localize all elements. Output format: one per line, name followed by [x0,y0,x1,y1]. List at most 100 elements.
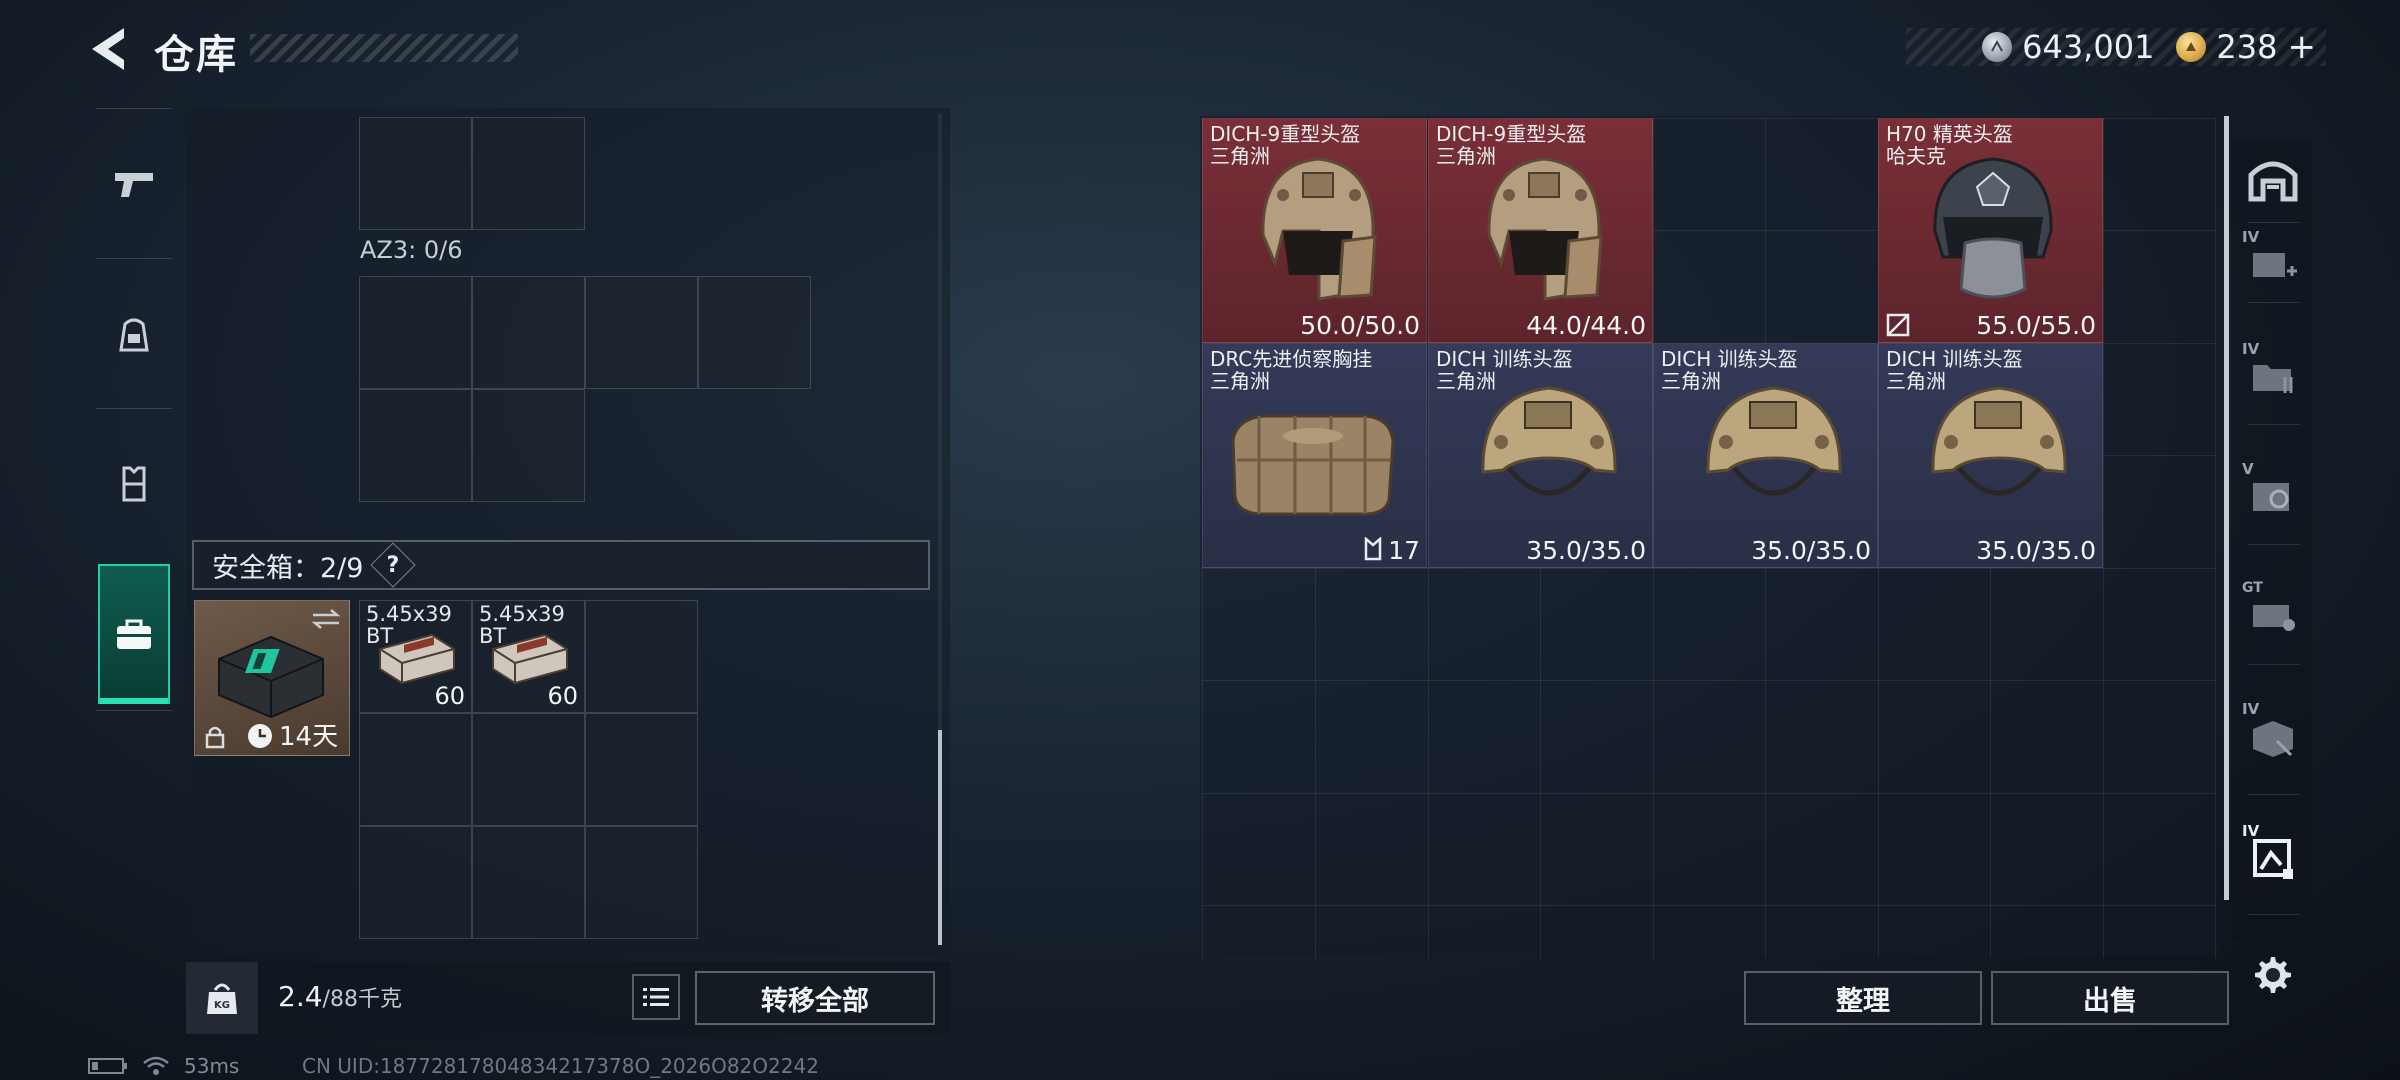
stash-tab-all[interactable] [2240,144,2306,214]
stash-tab-5[interactable]: IV [2240,700,2306,770]
stash-scrollbar[interactable] [2224,116,2229,900]
toolbox-icon [2253,605,2295,631]
ping-value: 53ms [184,1054,240,1078]
stash-item-chest-rig[interactable]: DRC先进侦察胸挂 三角洲 17 [1202,343,1427,568]
battery-icon [88,1058,127,1074]
item-durability: 55.0/55.0 [1976,311,2096,340]
training-helmet-image [1931,386,2067,496]
case-timer: 14天 [279,722,339,752]
grid-line [1202,568,2216,569]
az3-slot[interactable] [359,389,472,502]
tab-divider [96,258,172,259]
stash-tab-3[interactable]: V [2240,460,2306,530]
weight-capacity: /88千克 [322,987,402,1012]
az3-slot[interactable] [585,276,698,389]
item-capacity: 17 [1388,536,1420,565]
stash-item-elite-helmet[interactable]: H70 精英头盔 哈夫克 55.0/55.0 [1878,118,2103,343]
item-durability: 35.0/35.0 [1526,536,1646,565]
heavy-helmet-image [1261,157,1377,301]
item-durability: 35.0/35.0 [1751,536,1871,565]
tab-secure-case[interactable] [98,564,170,704]
ammo-slot[interactable]: 5.45x39 BT 60 [472,600,585,713]
secure-case-capacity: 安全箱：2/9 [212,552,364,584]
stash-tab-1[interactable]: IV [2240,228,2306,298]
az3-slot[interactable] [359,276,472,389]
rig-capacity-icon [1364,537,1382,561]
equipment-tab-rail [88,108,180,712]
stash-item-heavy-helmet[interactable]: DICH-9重型头盔 三角洲 44.0/44.0 [1428,118,1653,343]
chest-rig-icon [122,466,146,502]
stash-item-heavy-helmet[interactable]: DICH-9重型头盔 三角洲 50.0/50.0 [1202,118,1427,343]
grid-line [1202,905,2216,906]
settings-button[interactable] [2248,950,2298,1000]
lock-icon [205,726,225,749]
secure-slot[interactable] [585,826,698,939]
heavy-helmet-image [1487,157,1603,301]
item-name: DRC先进侦察胸挂 [1210,347,1373,371]
sort-button[interactable]: 整理 [1744,971,1982,1025]
tab-divider [2248,222,2300,223]
item-name: DICH-9重型头盔 [1436,122,1587,146]
item-name: DICH-9重型头盔 [1210,122,1361,146]
pistol-icon [115,173,153,197]
status-bar: 53ms [88,1054,239,1078]
storage-box-add-icon [2253,253,2297,277]
az3-slot[interactable] [472,389,585,502]
help-button[interactable]: ? [370,542,417,588]
back-button[interactable] [86,24,130,74]
gold-coin-icon [2176,32,2207,62]
tab-divider [2248,914,2300,915]
item-durability: 50.0/50.0 [1300,311,1420,340]
tab-divider [96,108,172,109]
secure-slot[interactable] [585,713,698,826]
secure-slot[interactable] [359,826,472,939]
stash-item-training-helmet[interactable]: DICH 训练头盔 三角洲 35.0/35.0 [1878,343,2103,568]
left-scrollbar-thumb[interactable] [938,730,942,945]
tab-backpack[interactable] [88,264,180,404]
az3-slot[interactable] [472,276,585,389]
ammo-count: 60 [434,682,465,710]
stash-item-training-helmet[interactable]: DICH 训练头盔 三角洲 35.0/35.0 [1428,343,1653,568]
stash-tab-4[interactable]: GT [2240,580,2306,650]
grid-line [2103,118,2104,958]
no-repair-icon [1886,313,1910,337]
ammo-slot[interactable]: 5.45x39 BT 60 [359,600,472,713]
carry-weight: 2.4/88千克 [278,980,402,1013]
sell-button[interactable]: 出售 [1991,971,2229,1025]
inventory-slot[interactable] [359,117,472,230]
transfer-all-button[interactable]: 转移全部 [695,971,935,1025]
item-durability: 35.0/35.0 [1976,536,2096,565]
tab-divider [2248,664,2300,665]
tab-divider [2248,424,2300,425]
ammo-name: 5.45x39 BT [366,602,452,648]
tab-divider [2248,794,2300,795]
training-helmet-image [1706,386,1842,496]
help-icon: ? [387,552,400,578]
secure-slot[interactable] [472,713,585,826]
inventory-slot[interactable] [472,117,585,230]
swap-icon[interactable] [311,607,341,631]
stash-tab-2[interactable]: IV [2240,340,2306,410]
ammo-name: 5.45x39 BT [479,602,565,648]
tab-divider [2248,302,2300,303]
item-name: H70 精英头盔 [1886,122,2013,146]
az3-slot[interactable] [698,276,811,389]
gold-currency-value: 238 [2216,28,2278,66]
silver-coin-icon [1982,32,2013,62]
user-uid: CN UID:18772817804834217378O_2026O82O224… [302,1054,819,1078]
secure-slot[interactable] [359,713,472,826]
page-title: 仓库 [154,32,238,78]
secure-slot[interactable] [585,600,698,713]
item-origin: 三角洲 [1210,369,1270,393]
list-view-button[interactable] [632,974,680,1020]
stash-item-training-helmet[interactable]: DICH 训练头盔 三角洲 35.0/35.0 [1653,343,1878,568]
secure-case-header: 安全箱：2/9 ? [192,540,930,590]
weight-value: 2.4 [278,980,323,1013]
tab-chest-rig[interactable] [88,414,180,554]
backpack-icon [119,318,149,352]
secure-slot[interactable] [472,826,585,939]
add-gold-button[interactable]: + [2288,27,2317,67]
stash-tab-6-active[interactable]: IV [2240,822,2306,892]
secure-case-item[interactable]: 14天 [194,600,350,756]
tab-weapon[interactable] [88,114,180,254]
